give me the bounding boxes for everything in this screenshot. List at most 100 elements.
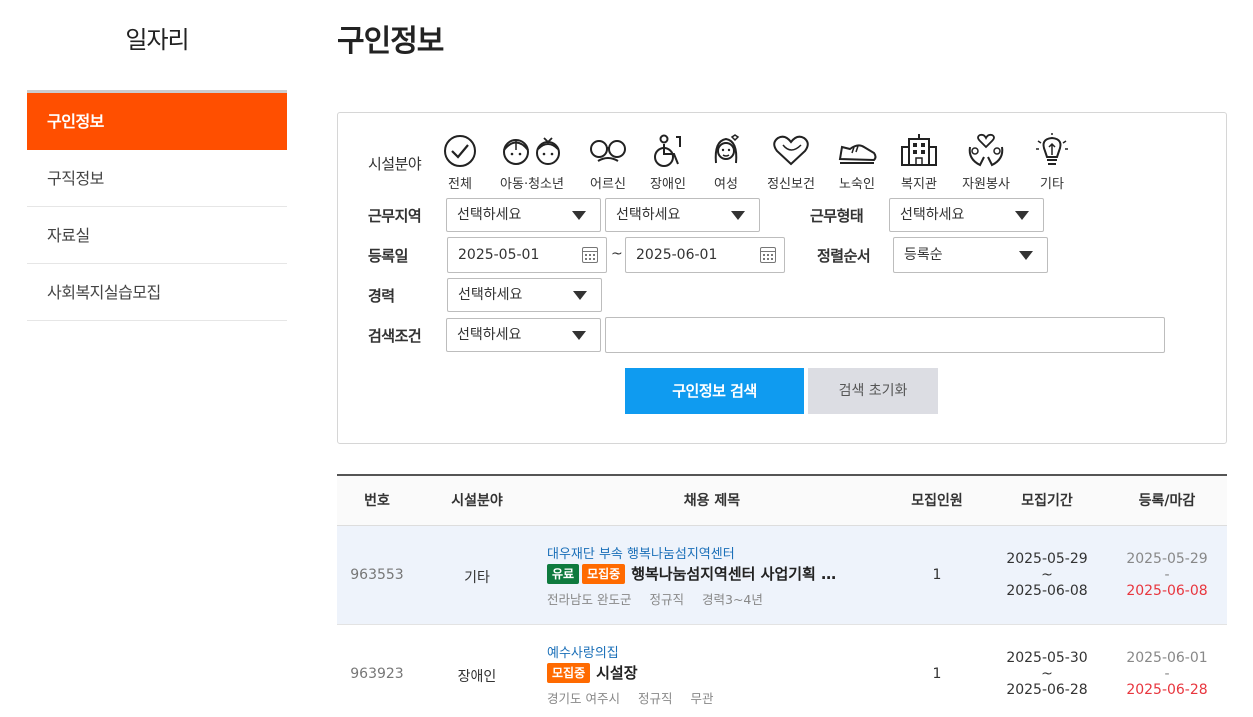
category-mental-health[interactable]: 정신보건 (762, 133, 820, 192)
row-title: 행복나눔섬지역센터 사업기획 … (631, 565, 837, 583)
children-icon (503, 137, 560, 165)
sidebar-item-resources[interactable]: 자료실 (27, 207, 287, 264)
facility-label: 시설분야 (368, 155, 422, 173)
row-field: 장애인 (457, 669, 497, 685)
region-label: 근무지역 (368, 207, 422, 225)
helping-hands-icon (968, 133, 1004, 167)
category-label: 복지관 (901, 177, 937, 192)
chevron-down-icon (572, 211, 586, 220)
reset-button[interactable]: 검색 초기화 (808, 368, 938, 414)
woman-icon (714, 134, 740, 164)
category-label: 아동·청소년 (500, 177, 564, 192)
page-title: 구인정보 (337, 24, 444, 59)
category-label: 장애인 (650, 177, 686, 192)
calendar-icon[interactable] (760, 247, 776, 263)
date-range-separator: ~ (611, 246, 623, 262)
row-reg-sep: - (1164, 567, 1170, 583)
category-women[interactable]: 여성 (706, 133, 746, 192)
row-organization-link[interactable]: 대우재단 부속 행복나눔섬지역센터 (547, 543, 735, 562)
category-label: 기타 (1040, 177, 1064, 192)
category-label: 노숙인 (839, 177, 875, 192)
region-select-1[interactable]: 선택하세요 (446, 198, 601, 232)
category-youth[interactable]: 아동·청소년 (494, 133, 570, 192)
row-career: 무관 (690, 691, 714, 706)
row-meta: 전라남도 완도군 정규직 경력3~4년 (547, 589, 781, 608)
career-select-value: 선택하세요 (458, 287, 523, 303)
keyword-input[interactable] (605, 317, 1165, 353)
chevron-down-icon (573, 291, 587, 300)
check-circle-icon (444, 135, 476, 167)
row-title-line[interactable]: 모집중 시설장 (547, 662, 638, 683)
row-registered: 2025-05-29 (1126, 551, 1208, 567)
sort-select[interactable]: 등록순 (893, 237, 1048, 273)
date-from-input[interactable]: 2025-05-01 (447, 237, 607, 273)
worktype-label: 근무형태 (810, 207, 864, 225)
search-panel: 시설분야 전체 아동·청소년 어르신 장애인 여성 정신보건 노숙인 복지관 자… (337, 112, 1227, 444)
heart-icon (773, 135, 809, 166)
row-reg-sep: - (1164, 666, 1170, 682)
sidebar-item-practicum[interactable]: 사회복지실습모집 (27, 264, 287, 321)
sidebar-item-job-seekers[interactable]: 구직정보 (27, 150, 287, 207)
date-to-input[interactable]: 2025-06-01 (625, 237, 785, 273)
condition-select-value: 선택하세요 (457, 327, 522, 343)
row-location: 경기도 여주시 (547, 691, 620, 706)
sidebar-item-job-offers[interactable]: 구인정보 (27, 93, 287, 150)
chevron-down-icon (1015, 211, 1029, 220)
category-elderly[interactable]: 어르신 (584, 133, 632, 192)
row-period-sep: ~ (1041, 666, 1053, 682)
row-number: 963923 (350, 666, 404, 682)
category-disabled[interactable]: 장애인 (646, 133, 690, 192)
row-employment: 정규직 (637, 691, 673, 706)
category-homeless[interactable]: 노숙인 (834, 133, 880, 192)
recruiting-badge: 모집중 (582, 563, 626, 584)
row-organization-link[interactable]: 예수사랑의집 (547, 642, 619, 661)
row-field: 기타 (464, 570, 490, 586)
table-header: 번호 시설분야 채용 제목 모집인원 모집기간 등록/마감 (337, 476, 1227, 526)
col-header-count: 모집인원 (911, 493, 963, 509)
condition-label: 검색조건 (368, 327, 422, 345)
category-welfare-center[interactable]: 복지관 (896, 133, 942, 192)
row-reg-dates: 2025-05-29 - 2025-06-08 (1112, 551, 1222, 599)
category-label: 정신보건 (767, 177, 815, 192)
table-row[interactable]: 963923 장애인 예수사랑의집 모집중 시설장 경기도 여주시 정규직 무관 1 … (337, 625, 1227, 717)
category-volunteer[interactable]: 자원봉사 (956, 133, 1016, 192)
date-label: 등록일 (368, 247, 408, 265)
row-reg-dates: 2025-06-01 - 2025-06-28 (1112, 650, 1222, 698)
row-meta: 경기도 여주시 정규직 무관 (547, 688, 732, 707)
row-period-start: 2025-05-30 (1006, 650, 1088, 666)
date-from-value: 2025-05-01 (458, 247, 540, 263)
category-all[interactable]: 전체 (438, 133, 482, 192)
chevron-down-icon (731, 211, 745, 220)
row-period-start: 2025-05-29 (1006, 551, 1088, 567)
category-label: 자원봉사 (962, 177, 1010, 192)
paid-badge: 유료 (547, 563, 580, 584)
region-select-2[interactable]: 선택하세요 (605, 198, 760, 232)
row-number: 963553 (350, 567, 404, 583)
worktype-select[interactable]: 선택하세요 (889, 198, 1044, 232)
col-header-title: 채용 제목 (683, 493, 741, 509)
career-label: 경력 (368, 287, 395, 305)
row-period: 2025-05-29 ~ 2025-06-08 (992, 551, 1102, 599)
building-icon (901, 134, 937, 166)
condition-select[interactable]: 선택하세요 (446, 318, 601, 352)
region-select-1-value: 선택하세요 (457, 207, 522, 223)
col-header-number: 번호 (364, 493, 390, 509)
shoe-icon (838, 144, 877, 164)
row-period-end: 2025-06-08 (1006, 583, 1088, 599)
row-deadline: 2025-06-28 (1126, 682, 1208, 698)
sort-label: 정렬순서 (817, 247, 871, 265)
career-select[interactable]: 선택하세요 (447, 278, 602, 312)
row-title: 시설장 (596, 664, 638, 682)
lightbulb-icon (1036, 133, 1068, 165)
row-title-line[interactable]: 유료 모집중 행복나눔섬지역센터 사업기획 … (547, 563, 836, 584)
elderly-glasses-icon (590, 140, 626, 162)
col-header-field: 시설분야 (451, 493, 503, 509)
calendar-icon[interactable] (582, 247, 598, 263)
search-button[interactable]: 구인정보 검색 (625, 368, 804, 414)
table-row[interactable]: 963553 기타 대우재단 부속 행복나눔섬지역센터 유료 모집중 행복나눔섬지역… (337, 526, 1227, 625)
category-other[interactable]: 기타 (1030, 133, 1074, 192)
category-label: 전체 (448, 177, 472, 192)
sidebar-title: 일자리 (125, 26, 189, 54)
row-deadline: 2025-06-08 (1126, 583, 1208, 599)
worktype-select-value: 선택하세요 (900, 207, 965, 223)
